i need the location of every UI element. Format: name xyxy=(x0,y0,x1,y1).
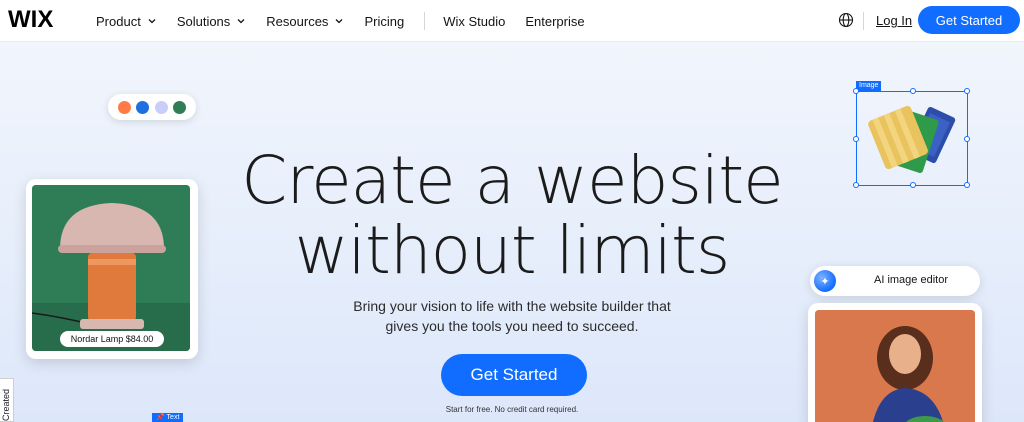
get-started-button-nav[interactable]: Get Started xyxy=(918,6,1020,34)
nav-item-wix-studio[interactable]: Wix Studio xyxy=(443,14,505,29)
resize-handle[interactable] xyxy=(853,136,859,142)
nav-item-label: Resources xyxy=(266,13,329,29)
wix-logo[interactable]: WIX xyxy=(8,8,53,32)
side-tab-label: Created xyxy=(1,388,11,421)
text-widget-tag: 📌 Text xyxy=(152,413,184,422)
text-widget-label: Text xyxy=(166,414,180,421)
nav-item-label: Pricing xyxy=(364,13,405,29)
resize-handle[interactable] xyxy=(964,136,970,142)
nav-item-label: Product xyxy=(96,13,141,29)
chevron-down-icon xyxy=(237,19,245,24)
hero-subheadline: Bring your vision to life with the websi… xyxy=(312,296,712,336)
nav-item-label: Enterprise xyxy=(525,13,585,29)
globe-icon[interactable] xyxy=(838,12,854,28)
nav-menu: Product Solutions Resources Pricing Wix … xyxy=(96,0,605,42)
hero-section: Nordar Lamp $84.00 Image Create a websit… xyxy=(0,42,1024,422)
free-note: Start for free. No credit card required. xyxy=(445,405,579,414)
portrait-image xyxy=(815,310,975,422)
resize-handle[interactable] xyxy=(964,88,970,94)
resize-handle[interactable] xyxy=(910,88,916,94)
login-link[interactable]: Log In xyxy=(876,13,912,28)
top-navigation: WIX Product Solutions Resources Pricing … xyxy=(0,0,1024,42)
portrait-illustration xyxy=(815,310,975,422)
resize-handle[interactable] xyxy=(853,88,859,94)
swatch-blue[interactable] xyxy=(136,100,150,114)
nav-divider xyxy=(424,12,426,30)
get-started-button-hero[interactable]: Get Started xyxy=(441,354,587,396)
nav-item-label: Solutions xyxy=(176,13,231,29)
headline-line-1: Create a website xyxy=(241,142,783,219)
portrait-card[interactable] xyxy=(808,303,982,422)
ai-image-editor-pill[interactable]: ✦ AI image editor xyxy=(810,266,980,296)
swatch-green[interactable] xyxy=(173,100,187,114)
nav-divider xyxy=(863,12,864,30)
subhead-line-1: Bring your vision to life with the websi… xyxy=(353,298,671,314)
chevron-down-icon xyxy=(148,19,156,24)
nav-item-solutions[interactable]: Solutions xyxy=(177,14,246,29)
color-swatch-picker xyxy=(108,94,196,120)
price-label: Nordar Lamp $84.00 xyxy=(60,331,164,347)
image-widget-tag: Image xyxy=(856,81,882,91)
nav-item-product[interactable]: Product xyxy=(96,14,157,29)
swatch-orange[interactable] xyxy=(117,100,131,114)
sparkle-icon: ✦ xyxy=(814,270,836,292)
created-side-tab[interactable]: Created xyxy=(0,378,14,422)
hero-headline: Create a website without limits xyxy=(0,146,1024,286)
nav-item-pricing[interactable]: Pricing xyxy=(364,14,404,29)
nav-item-label: Wix Studio xyxy=(443,13,506,29)
subhead-line-2: gives you the tools you need to succeed. xyxy=(385,318,639,334)
ai-editor-label: AI image editor xyxy=(874,274,948,286)
nav-item-enterprise[interactable]: Enterprise xyxy=(525,14,584,29)
swatch-lavender[interactable] xyxy=(154,100,168,114)
chevron-down-icon xyxy=(335,19,343,24)
nav-item-resources[interactable]: Resources xyxy=(266,14,344,29)
